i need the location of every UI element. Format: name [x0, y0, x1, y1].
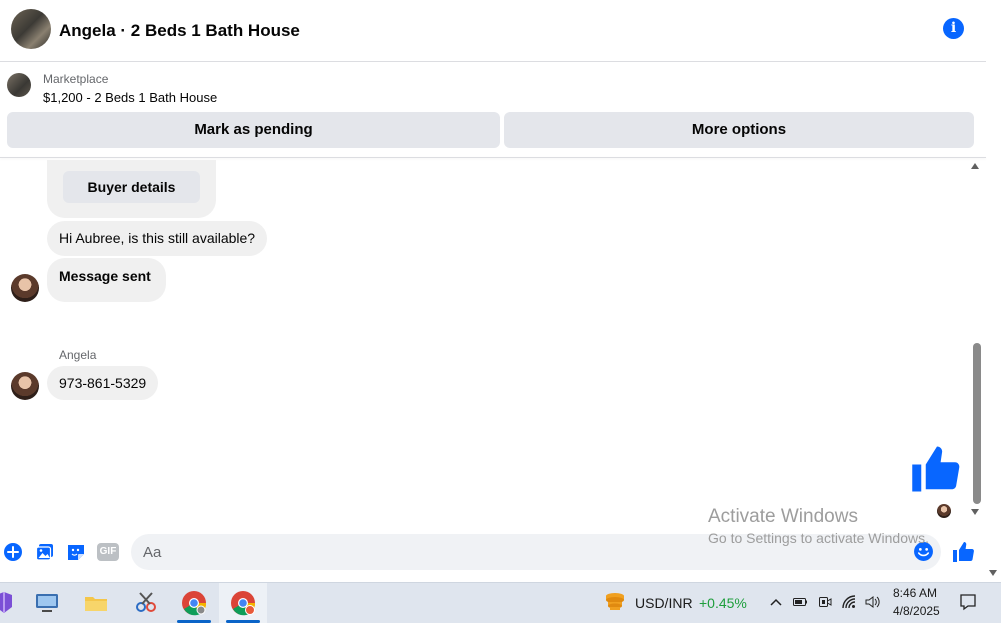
chrome-profile-icon[interactable] — [229, 589, 257, 617]
message-input[interactable]: Aa — [143, 544, 161, 561]
page-scroll-down-arrow-icon[interactable] — [989, 570, 997, 576]
clock-date[interactable]: 4/8/2025 — [893, 604, 940, 618]
folder-icon[interactable] — [82, 589, 110, 617]
chevron-up-icon[interactable] — [768, 594, 784, 610]
computer-icon[interactable] — [33, 589, 61, 617]
ticker-pair[interactable]: USD/INR — [635, 595, 693, 611]
thumbs-up-icon[interactable] — [910, 442, 964, 496]
snipping-tool-icon[interactable] — [132, 589, 160, 617]
thumbs-up-send-icon[interactable] — [952, 540, 976, 564]
listing-title[interactable]: $1,200 - 2 Beds 1 Bath House — [43, 90, 217, 105]
listing-source: Marketplace — [43, 72, 109, 86]
app-icon[interactable] — [0, 589, 20, 617]
header-avatar[interactable] — [11, 9, 51, 49]
activate-windows-subtitle: Go to Settings to activate Windows. — [708, 530, 929, 546]
conversation-title[interactable]: Angela · 2 Beds 1 Bath House — [59, 21, 300, 41]
camera-icon[interactable] — [817, 594, 833, 610]
wifi-icon[interactable] — [841, 594, 857, 610]
message-bubble[interactable]: Message sent — [47, 258, 166, 302]
scroll-up-arrow-icon[interactable] — [971, 163, 979, 169]
photo-icon[interactable] — [35, 542, 55, 562]
clock-time[interactable]: 8:46 AM — [893, 586, 937, 600]
listing-thumbnail[interactable] — [7, 73, 31, 97]
sender-avatar[interactable] — [11, 372, 39, 400]
scroll-down-arrow-icon[interactable] — [971, 509, 979, 515]
notification-icon[interactable] — [959, 593, 977, 611]
mark-as-pending-button[interactable]: Mark as pending — [7, 112, 500, 148]
info-icon[interactable]: i — [943, 18, 964, 39]
sticker-icon[interactable] — [66, 542, 86, 562]
currency-ticker-icon[interactable] — [603, 590, 627, 614]
seen-avatar — [937, 504, 951, 518]
chrome-icon[interactable] — [180, 589, 208, 617]
listing-divider — [0, 157, 986, 158]
buyer-details-button[interactable]: Buyer details — [63, 171, 200, 203]
sender-name: Angela — [59, 348, 97, 362]
activate-windows-title: Activate Windows — [708, 506, 858, 527]
ticker-change[interactable]: +0.45% — [699, 595, 747, 611]
sender-avatar[interactable] — [11, 274, 39, 302]
message-bubble[interactable]: 973-861-5329 — [47, 366, 159, 400]
message-bubble[interactable]: Hi Aubree, is this still available? — [47, 221, 268, 256]
plus-circle-icon[interactable] — [3, 542, 23, 562]
battery-icon[interactable] — [792, 594, 808, 610]
more-options-button[interactable]: More options — [504, 112, 974, 148]
volume-icon[interactable] — [864, 594, 880, 610]
scrollbar-thumb[interactable] — [973, 343, 981, 504]
gif-icon[interactable]: GIF — [97, 543, 119, 561]
